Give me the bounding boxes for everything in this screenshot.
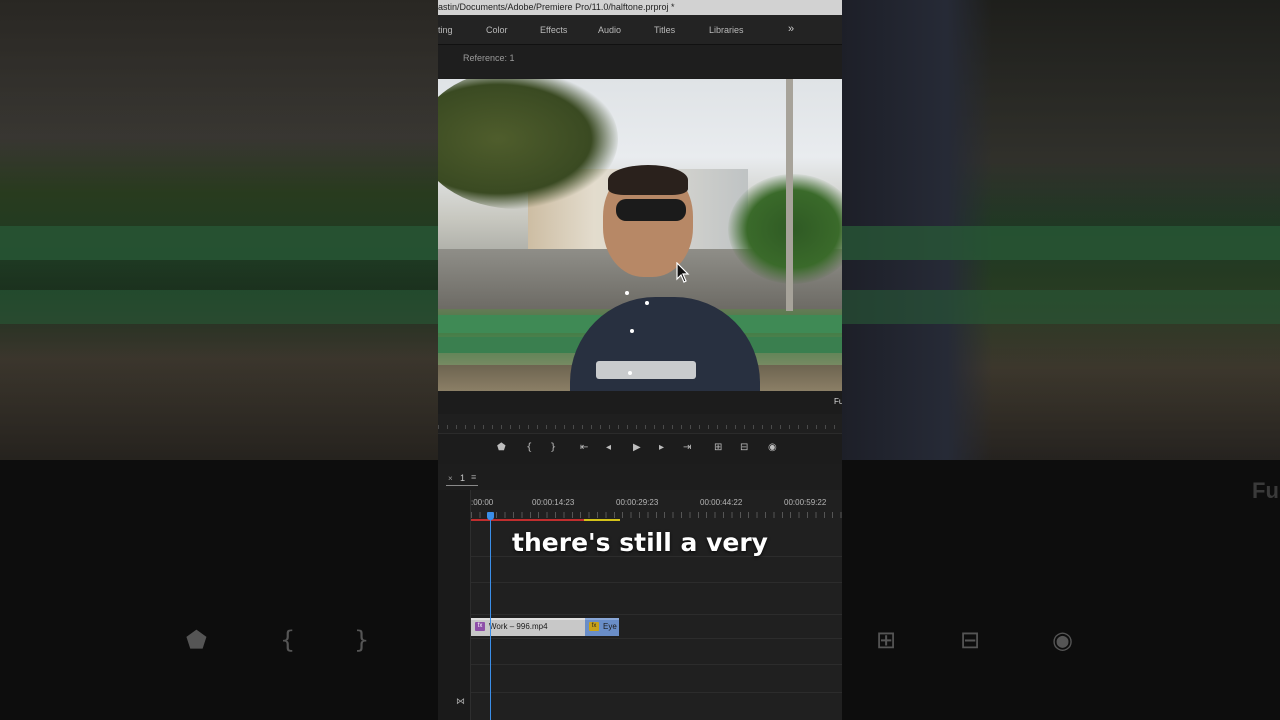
reference-label: Reference: 1 [463, 53, 515, 63]
timeline-header: × 1 ≡ [438, 464, 842, 490]
mark-out-icon[interactable]: } [550, 442, 556, 453]
workspace-overflow-button[interactable]: » [788, 23, 794, 35]
ghost-marker-icon: ⬟ [186, 626, 207, 654]
video-caption: there's still a very [512, 528, 768, 557]
extract-icon[interactable]: ⊟ [740, 442, 748, 453]
timeline-clip-adjustment[interactable]: fx Eye [585, 618, 619, 636]
video-pole [786, 79, 793, 311]
premiere-window: astin/Documents/Adobe/Premiere Pro/11.0/… [438, 0, 842, 720]
mark-in-icon[interactable]: { [526, 442, 532, 453]
background-ghost-icons-right: ⊞ ⊟ ◉ [842, 626, 1280, 658]
monitor-scrubber[interactable] [438, 414, 842, 434]
lift-icon[interactable]: ⊞ [714, 442, 722, 453]
fx-badge-icon: fx [589, 622, 599, 632]
mouse-cursor-icon [676, 262, 690, 283]
track-divider [471, 614, 842, 615]
workspace-tab-editing[interactable]: ting [438, 25, 453, 35]
halftone-dot [645, 301, 649, 305]
ruler-time-label: 00:00:44:22 [700, 498, 743, 507]
zoom-to-sequence-icon[interactable]: ⋈ [456, 697, 465, 707]
background-ghost-icons-left: ⬟ { } [0, 626, 438, 658]
go-to-in-icon[interactable]: ⇤ [580, 442, 588, 453]
ruler-time-label: 00:00:59:22 [784, 498, 827, 507]
ruler-time-label: 00:00:14:23 [532, 498, 575, 507]
ruler-time-label: 00:00:29:23 [616, 498, 659, 507]
program-monitor-video[interactable] [438, 79, 842, 391]
background-dark-right [842, 460, 1280, 720]
ghost-lift-icon: ⊞ [876, 626, 897, 654]
workspace-tab-effects[interactable]: Effects [540, 25, 567, 35]
background-bench [0, 226, 438, 260]
background-scene-left [0, 0, 438, 460]
halftone-dot [628, 371, 632, 375]
scrubber-ticks [438, 425, 842, 429]
workspace-tab-color[interactable]: Color [486, 25, 508, 35]
video-person-sunglasses [616, 199, 686, 221]
ruler-time-label: :00:00 [471, 498, 494, 507]
clip-label: Work – 996.mp4 [489, 622, 548, 631]
ghost-mark-in-icon: { [280, 626, 296, 654]
workspace-tab-audio[interactable]: Audio [598, 25, 621, 35]
halftone-dot [625, 291, 629, 295]
background-bench [842, 226, 1280, 260]
video-laptop [596, 361, 696, 379]
workspace-tab-libraries[interactable]: Libraries [709, 25, 744, 35]
background-dark-left [0, 460, 438, 720]
go-to-out-icon[interactable]: ⇥ [683, 442, 691, 453]
program-monitor-header: Reference: 1 [438, 45, 842, 78]
clip-label: Eye [603, 622, 617, 631]
background-blur-right: Fu ⊞ ⊟ ◉ [842, 0, 1280, 720]
track-divider [471, 664, 842, 665]
ghost-mark-out-icon: } [354, 626, 370, 654]
close-icon[interactable]: × [448, 474, 453, 483]
halftone-dot [630, 329, 634, 333]
timeline-clip-video[interactable]: fx Work – 996.mp4 [471, 618, 585, 636]
window-title: astin/Documents/Adobe/Premiere Pro/11.0/… [438, 0, 842, 15]
track-divider [471, 582, 842, 583]
workspace-bar: ting Color Effects Audio Titles Librarie… [438, 15, 842, 45]
transport-controls: ⬟ { } ⇤ ◂ ▶ ▸ ⇥ ⊞ ⊟ ◉ [438, 434, 842, 464]
panel-menu-icon[interactable]: ≡ [471, 472, 476, 482]
background-scene-right [842, 0, 1280, 460]
ruler-ticks [471, 512, 842, 518]
timeline-panel: × 1 ≡ :00:00 00:00:14:23 00:00:29:23 00:… [438, 464, 842, 720]
background-bench-lower [842, 290, 1280, 324]
ghost-extract-icon: ⊟ [960, 626, 981, 654]
track-divider [471, 692, 842, 693]
ghost-camera-icon: ◉ [1052, 626, 1073, 654]
sequence-tab[interactable]: 1 [460, 473, 465, 483]
render-bar-partial [584, 519, 620, 521]
export-frame-icon[interactable]: ◉ [768, 442, 777, 453]
tab-underline [446, 485, 478, 486]
video-person-hair [608, 165, 688, 195]
background-blur-left: ⬟ { } [0, 0, 438, 720]
background-bench-lower [0, 290, 438, 324]
step-forward-icon[interactable]: ▸ [659, 442, 664, 453]
workspace-tab-titles[interactable]: Titles [654, 25, 675, 35]
ghost-fit-label: Fu [1252, 478, 1279, 503]
add-marker-icon[interactable]: ⬟ [497, 442, 506, 453]
track-divider [471, 638, 842, 639]
track-headers [438, 490, 471, 720]
fit-dropdown[interactable]: Fu [834, 397, 842, 406]
time-ruler[interactable]: :00:00 00:00:14:23 00:00:29:23 00:00:44:… [471, 498, 842, 520]
step-back-icon[interactable]: ◂ [606, 442, 611, 453]
fx-badge-icon: fx [475, 622, 485, 632]
play-icon[interactable]: ▶ [633, 442, 641, 453]
